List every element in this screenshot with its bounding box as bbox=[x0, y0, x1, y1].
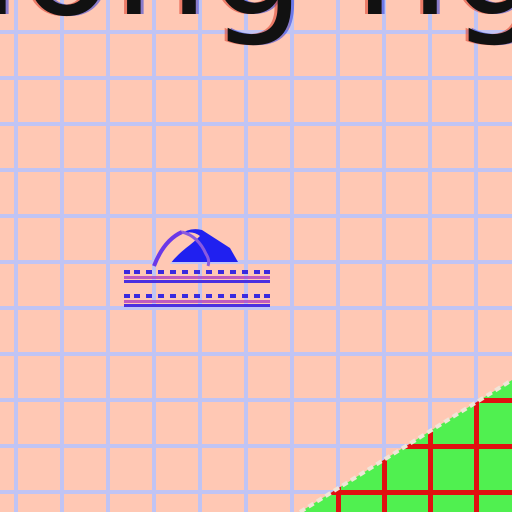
highlighted-region-wedge bbox=[298, 378, 512, 512]
zoomed-pixel-canvas: long ng bbox=[0, 0, 512, 512]
